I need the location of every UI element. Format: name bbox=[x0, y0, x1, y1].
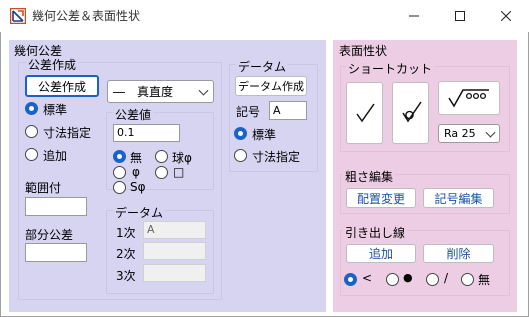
radio-leader-slash[interactable] bbox=[426, 273, 439, 286]
leader-title: 引き出し線 bbox=[343, 224, 408, 241]
surface-ooo-button[interactable] bbox=[438, 81, 500, 115]
radio-shape-square[interactable] bbox=[155, 166, 168, 179]
radio-datum-standard[interactable] bbox=[234, 127, 247, 140]
radio-leader-arrow[interactable] bbox=[344, 273, 357, 286]
datum-2-label: 2次 bbox=[116, 247, 136, 261]
title-bar: 幾何公差＆表面性状 bbox=[0, 0, 529, 32]
datum-2-input[interactable] bbox=[143, 242, 206, 260]
datum-1-label: 1次 bbox=[116, 226, 136, 240]
datum-create-button[interactable]: データム作成 bbox=[235, 76, 307, 96]
radio-leader-dot[interactable] bbox=[386, 273, 399, 286]
leader-delete-button[interactable]: 削除 bbox=[423, 244, 494, 263]
radio-shape-sphere-label: 球φ bbox=[172, 151, 192, 165]
radio-leader-arrow-label: < bbox=[362, 271, 373, 285]
radio-tolerance-dimension-label: 寸法指定 bbox=[43, 126, 92, 140]
tolerance-value-label: 公差値 bbox=[113, 106, 154, 123]
radio-shape-sphi-label: Sφ bbox=[130, 180, 146, 194]
radio-leader-dot-label: ● bbox=[403, 271, 413, 284]
partial-tolerance-input[interactable] bbox=[25, 243, 87, 262]
radio-shape-sphere[interactable] bbox=[155, 150, 168, 163]
radio-tolerance-append[interactable] bbox=[25, 148, 38, 161]
range-label: 範囲付 bbox=[25, 181, 62, 195]
tolerance-symbol-select[interactable]: ― 真直度 bbox=[107, 80, 214, 103]
radio-tolerance-append-label: 追加 bbox=[43, 149, 68, 163]
datum-symbol-input[interactable]: A bbox=[269, 101, 307, 120]
radio-leader-slash-label: / bbox=[444, 271, 449, 285]
radio-datum-dimension[interactable] bbox=[234, 149, 247, 162]
radio-datum-dimension-label: 寸法指定 bbox=[252, 150, 301, 164]
ra-select-value: Ra 25 bbox=[444, 127, 476, 140]
tolerance-value-input[interactable]: 0.1 bbox=[113, 124, 180, 142]
radio-shape-square-label: □ bbox=[173, 165, 185, 179]
partial-tolerance-label: 部分公差 bbox=[25, 228, 74, 242]
radio-leader-none[interactable] bbox=[461, 273, 474, 286]
radio-leader-none-label: 無 bbox=[478, 273, 491, 287]
radio-tolerance-dimension[interactable] bbox=[25, 125, 38, 138]
datum-section-title: データム bbox=[236, 58, 289, 75]
shortcut-title: ショートカット bbox=[346, 60, 435, 77]
radio-shape-sphi[interactable] bbox=[113, 181, 126, 194]
rough-edit-title: 粗さ編集 bbox=[343, 168, 396, 185]
datum-symbol-label: 記号 bbox=[236, 105, 261, 119]
minimize-button[interactable] bbox=[391, 0, 437, 32]
surface-check-button[interactable] bbox=[346, 82, 383, 144]
tolerance-create-button[interactable]: 公差作成 bbox=[25, 75, 99, 97]
minimize-icon bbox=[409, 15, 419, 17]
leader-add-button[interactable]: 追加 bbox=[346, 244, 416, 263]
radio-shape-none[interactable] bbox=[113, 150, 126, 163]
symbol-edit-button[interactable]: 記号編集 bbox=[423, 188, 494, 208]
tolerance-symbol-value: ― 真直度 bbox=[113, 85, 174, 99]
surface-check-icon bbox=[355, 103, 375, 123]
app-icon bbox=[10, 8, 26, 24]
radio-datum-standard-label: 標準 bbox=[252, 128, 277, 142]
datum-1-input[interactable]: A bbox=[143, 221, 206, 239]
radio-tolerance-standard[interactable] bbox=[25, 102, 38, 115]
chevron-down-icon bbox=[198, 85, 209, 96]
maximize-button[interactable] bbox=[437, 0, 483, 32]
surface-ooo-icon bbox=[448, 89, 489, 108]
ra-select[interactable]: Ra 25 bbox=[438, 124, 500, 143]
chevron-down-icon bbox=[485, 127, 496, 138]
radio-tolerance-standard-label: 標準 bbox=[43, 103, 68, 117]
tolerance-create-title: 公差作成 bbox=[26, 56, 79, 73]
range-input[interactable] bbox=[25, 197, 87, 216]
datum-3-input[interactable] bbox=[143, 264, 206, 282]
maximize-icon bbox=[455, 11, 465, 21]
window-title: 幾何公差＆表面性状 bbox=[32, 9, 141, 23]
surface-removal-button[interactable] bbox=[392, 82, 429, 144]
radio-shape-phi-label: φ bbox=[132, 165, 140, 179]
radio-shape-none-label: 無 bbox=[130, 151, 143, 165]
datum-3-label: 3次 bbox=[116, 269, 136, 283]
radio-shape-phi[interactable] bbox=[113, 166, 126, 179]
surface-section-title: 表面性状 bbox=[339, 44, 388, 58]
layout-change-button[interactable]: 配置変更 bbox=[346, 188, 416, 208]
tolerance-datum-title: データム bbox=[113, 204, 166, 221]
close-button[interactable] bbox=[483, 0, 529, 32]
surface-removal-icon bbox=[401, 101, 422, 123]
close-icon bbox=[501, 11, 511, 21]
